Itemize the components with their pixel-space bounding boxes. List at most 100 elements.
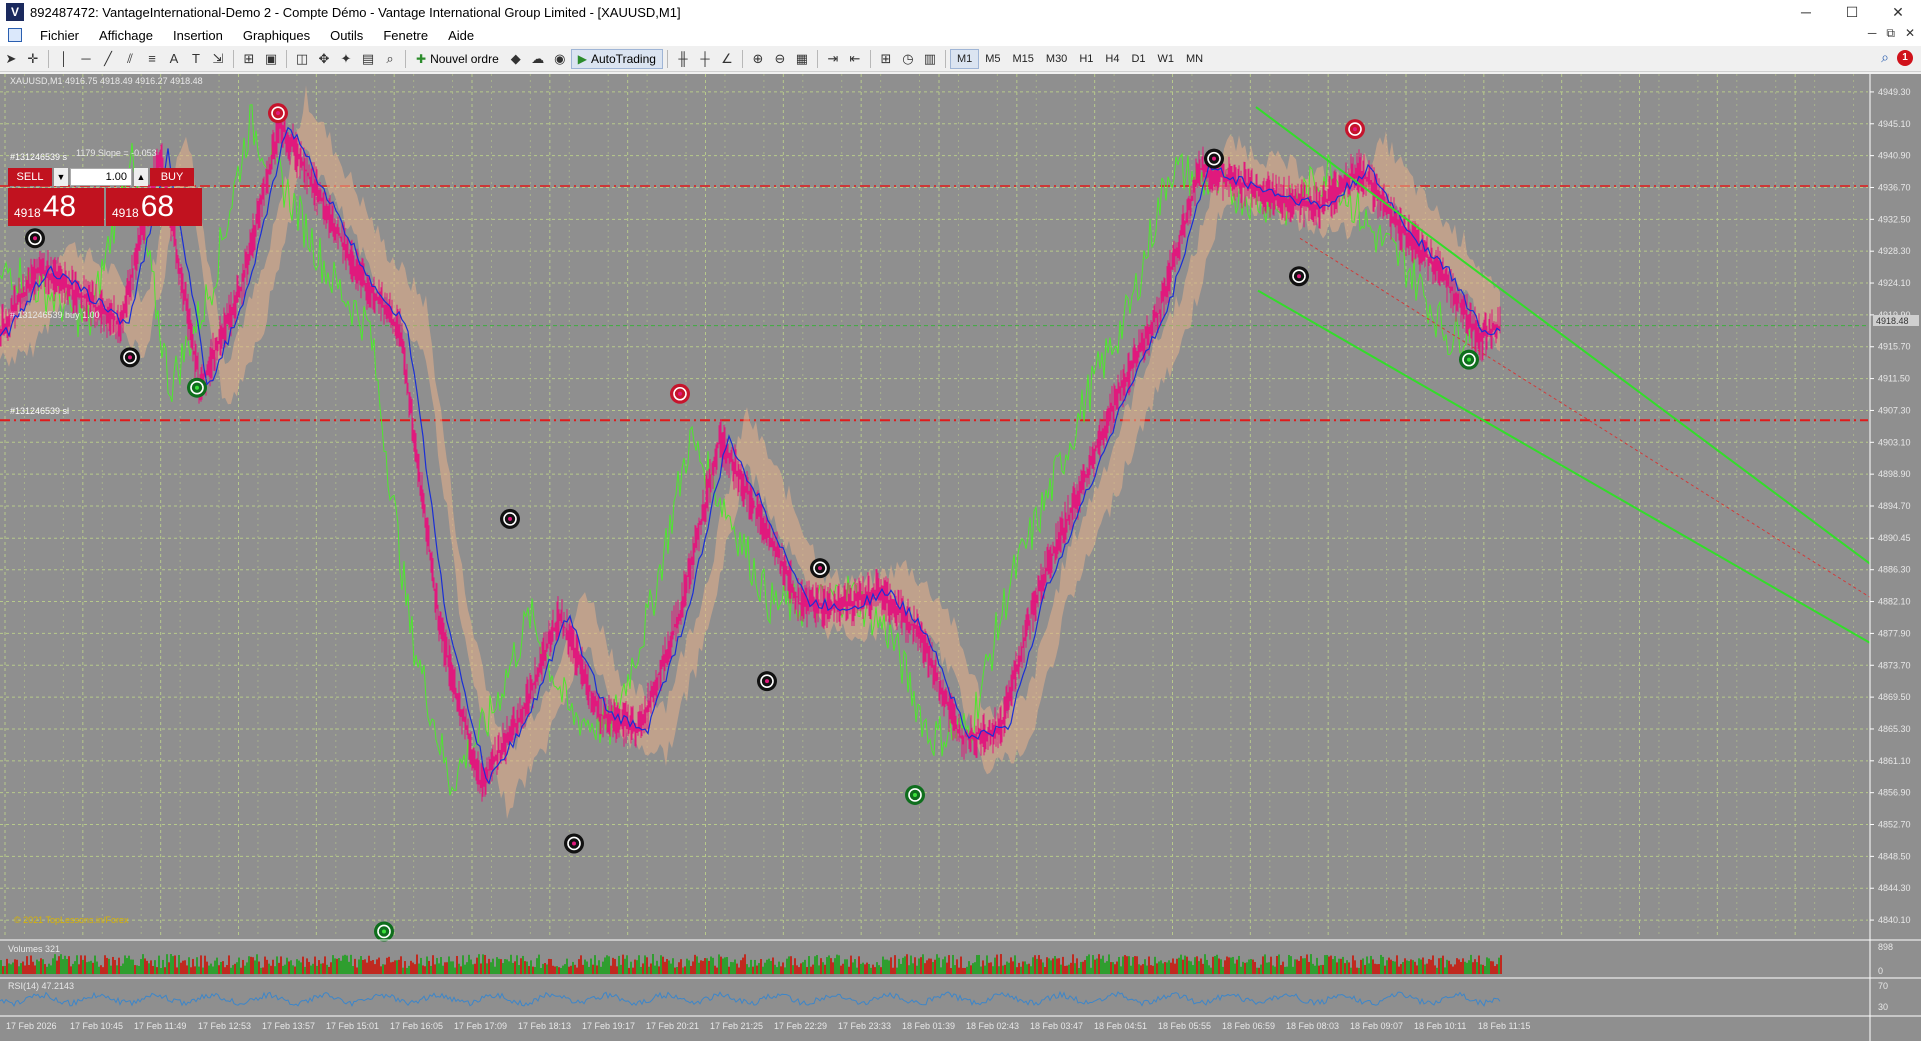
search-icon[interactable]: ⌕ <box>1881 49 1889 66</box>
vps-icon[interactable]: ◉ <box>549 49 571 69</box>
trendline-icon[interactable]: ╱ <box>97 49 119 69</box>
chart-shift-icon[interactable]: ⇤ <box>844 49 866 69</box>
mdi-close-button[interactable]: ✕ <box>1905 26 1915 41</box>
swing-marker-dot <box>1212 156 1216 161</box>
volume-bar <box>946 962 948 974</box>
menu-outils[interactable]: Outils <box>320 28 373 43</box>
terminal-icon[interactable]: ▤ <box>357 49 379 69</box>
volume-bar <box>428 960 430 974</box>
volume-bar <box>688 960 690 974</box>
volume-bar <box>360 956 362 974</box>
close-button[interactable]: ✕ <box>1875 0 1921 24</box>
chart-canvas[interactable]: XAUUSD,M1 4916.75 4918.49 4916.27 4918.4… <box>0 74 1921 1041</box>
cursor-icon[interactable]: ➤ <box>0 49 22 69</box>
document-icon[interactable] <box>8 28 22 42</box>
autotrading-button[interactable]: ▶ AutoTrading <box>570 48 663 69</box>
volume-bar <box>14 959 16 974</box>
volume-bar <box>492 958 494 974</box>
volume-bar <box>668 960 670 974</box>
volume-bar <box>1244 962 1246 974</box>
menu-fichier[interactable]: Fichier <box>30 28 89 43</box>
data-window-icon[interactable]: ✥ <box>313 49 335 69</box>
volume-bar <box>878 965 880 974</box>
bar-chart-icon[interactable]: ╫ <box>672 49 694 69</box>
profiles-icon[interactable]: ▣ <box>260 49 282 69</box>
menu-affichage[interactable]: Affichage <box>89 28 163 43</box>
timeframe-m5[interactable]: M5 <box>979 49 1006 69</box>
menu-aide[interactable]: Aide <box>438 28 484 43</box>
maximize-button[interactable]: ☐ <box>1829 0 1875 24</box>
crosshair-icon[interactable]: ✛ <box>22 49 44 69</box>
sell-button[interactable]: SELL <box>8 168 52 186</box>
channel-icon[interactable]: ⫽ <box>119 49 141 69</box>
indicators-icon[interactable]: ⊞ <box>875 49 897 69</box>
market-watch-icon[interactable]: ◫ <box>291 49 313 69</box>
timeframe-m30[interactable]: M30 <box>1040 49 1073 69</box>
arrows-icon[interactable]: ⇲ <box>207 49 229 69</box>
minimize-button[interactable]: ─ <box>1783 0 1829 24</box>
timeframe-w1[interactable]: W1 <box>1152 49 1181 69</box>
text-label-icon[interactable]: T <box>185 49 207 69</box>
volume-bar <box>108 958 110 974</box>
line-chart-icon[interactable]: ∠ <box>716 49 738 69</box>
volume-bar <box>774 964 776 974</box>
volume-bar <box>208 965 210 974</box>
volume-bar <box>426 956 428 974</box>
volume-bar <box>1500 955 1502 974</box>
menu-graphiques[interactable]: Graphiques <box>233 28 320 43</box>
navigator-icon[interactable]: ✦ <box>335 49 357 69</box>
new-order-button[interactable]: ✚ Nouvel ordre <box>410 49 505 69</box>
periods-icon[interactable]: ◷ <box>897 49 919 69</box>
volume-bar <box>714 965 716 974</box>
volume-bar <box>1474 959 1476 974</box>
lot-dropdown-icon[interactable]: ▼ <box>54 168 68 186</box>
zoom-out-icon[interactable]: ⊖ <box>769 49 791 69</box>
volume-bar <box>1186 956 1188 974</box>
volume-bar <box>294 966 296 974</box>
volume-bar <box>66 958 68 974</box>
timeframe-h1[interactable]: H1 <box>1073 49 1099 69</box>
meta-editor-icon[interactable]: ◆ <box>505 49 527 69</box>
volume-bar <box>1290 956 1292 974</box>
candlestick-icon[interactable]: ┼ <box>694 49 716 69</box>
timeframe-d1[interactable]: D1 <box>1125 49 1151 69</box>
lot-size-input[interactable]: 1.00 <box>70 168 132 186</box>
templates-icon[interactable]: ▥ <box>919 49 941 69</box>
volume-bar <box>752 966 754 974</box>
auto-scroll-icon[interactable]: ⇥ <box>822 49 844 69</box>
mdi-restore-button[interactable]: ⧉ <box>1886 26 1895 41</box>
signals-icon[interactable]: ☁ <box>527 49 549 69</box>
mdi-minimize-button[interactable]: ─ <box>1868 26 1877 41</box>
volume-bar <box>206 961 208 974</box>
fibonacci-icon[interactable]: ≡ <box>141 49 163 69</box>
timeframe-m15[interactable]: M15 <box>1007 49 1040 69</box>
buy-button[interactable]: BUY <box>150 168 194 186</box>
volume-bar <box>392 961 394 974</box>
volume-bar <box>1268 962 1270 974</box>
timeframe-h4[interactable]: H4 <box>1099 49 1125 69</box>
buy-price-box[interactable]: 4918 68 <box>106 188 202 226</box>
menu-fenetre[interactable]: Fenetre <box>373 28 438 43</box>
volume-bar <box>88 961 90 974</box>
new-chart-icon[interactable]: ⊞ <box>238 49 260 69</box>
tile-windows-icon[interactable]: ▦ <box>791 49 813 69</box>
zoom-in-icon[interactable]: ⊕ <box>747 49 769 69</box>
volume-bar <box>188 957 190 974</box>
volume-bar <box>2 966 4 974</box>
timeframe-mn[interactable]: MN <box>1180 49 1209 69</box>
timeframe-m1[interactable]: M1 <box>949 48 980 69</box>
notification-icon[interactable]: 1 <box>1897 49 1913 66</box>
volume-bar <box>940 967 942 974</box>
horizontal-line-icon[interactable]: ─ <box>75 49 97 69</box>
lot-stepper-icon[interactable]: ▲ <box>134 168 148 186</box>
toolbar-separator <box>869 49 871 68</box>
text-icon[interactable]: A <box>163 49 185 69</box>
vertical-line-icon[interactable]: │ <box>53 49 75 69</box>
sell-price-box[interactable]: 4918 48 <box>8 188 104 226</box>
tester-icon[interactable]: ⌕ <box>379 49 401 69</box>
volume-bar <box>1126 956 1128 974</box>
volume-bar <box>906 954 908 974</box>
menu-insertion[interactable]: Insertion <box>163 28 233 43</box>
volume-bar <box>80 955 82 974</box>
chart-window[interactable]: XAUUSD,M1 4916.75 4918.49 4916.27 4918.4… <box>0 74 1921 1041</box>
